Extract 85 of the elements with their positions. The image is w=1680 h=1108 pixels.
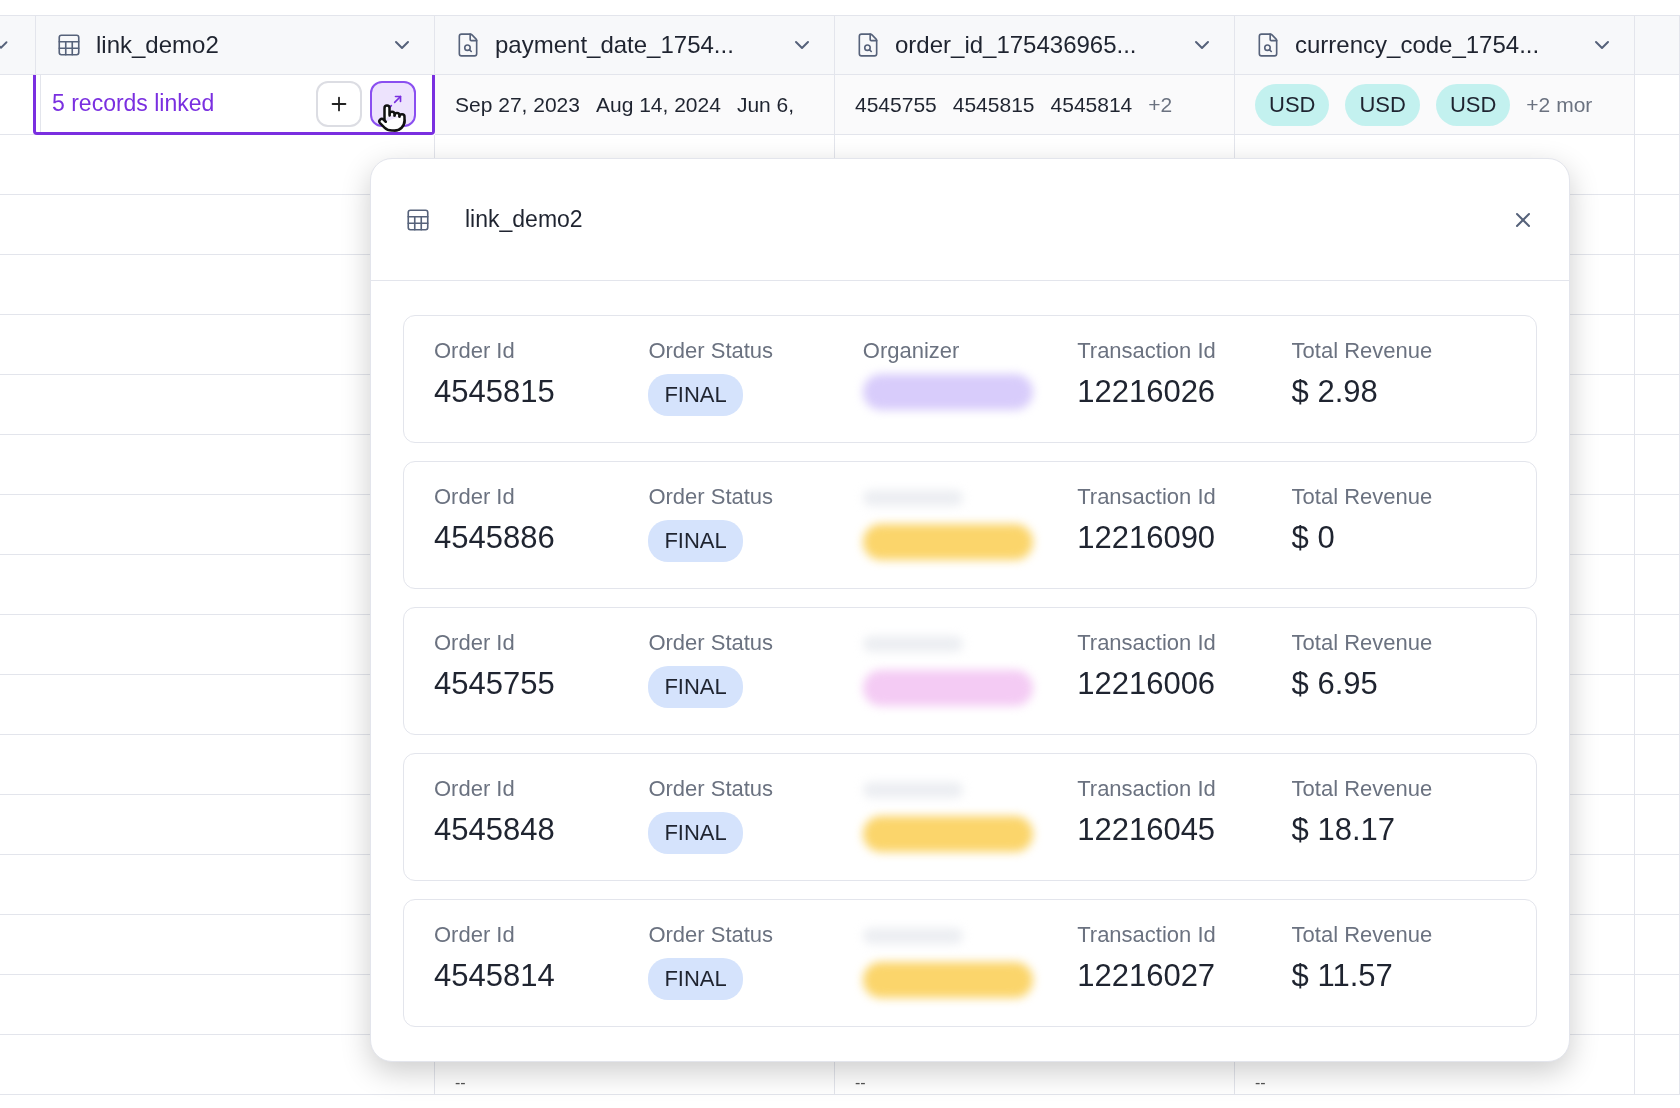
field-label: Transaction Id (1077, 776, 1216, 802)
field-value: 4545814 (434, 958, 555, 994)
field-value: 12216006 (1077, 666, 1216, 702)
field-value: 12216090 (1077, 520, 1216, 556)
field-label: Order Status (648, 776, 774, 802)
table-link-icon (56, 32, 82, 58)
status-tag: FINAL (648, 958, 743, 1000)
field-label: Order Status (648, 338, 774, 364)
table-cell (1635, 975, 1680, 1035)
column-header: order_id_175436965... (895, 31, 1138, 59)
field-label: Total Revenue (1291, 484, 1433, 510)
field-label: Order Status (648, 484, 774, 510)
field-label: Transaction Id (1077, 338, 1216, 364)
more-count: +2 (1148, 92, 1173, 117)
column-header: link_demo2 (96, 31, 220, 59)
more-count: +2 mor (1526, 92, 1593, 117)
field-value: $ 2.98 (1291, 374, 1378, 410)
table-cell (1635, 615, 1680, 675)
table-cell (1635, 675, 1680, 735)
field-label: Order Id (434, 484, 515, 510)
column-header: payment_date_1754... (495, 31, 735, 59)
linked-records-text: 5 records linked (52, 90, 216, 117)
field-value: $ 6.95 (1291, 666, 1378, 702)
field-value: 12216045 (1077, 812, 1216, 848)
date-value: Jun 6, (736, 92, 795, 117)
field-label: Order Status (648, 922, 774, 948)
order-id-value: 4545755 (855, 92, 937, 117)
hand-cursor-icon (377, 103, 407, 133)
field-label: Order Id (434, 338, 515, 364)
record-card[interactable]: Order Id 4545755 Order Status FINAL Transaction Id 12216006 Total Revenue $ 6.95 (403, 607, 1537, 735)
empty-value: -- (1255, 1074, 1266, 1093)
field-label: Total Revenue (1291, 776, 1433, 802)
table-cell (1635, 795, 1680, 855)
table-cell (1635, 555, 1680, 615)
field-label: Order Id (434, 922, 515, 948)
table-cell (1635, 735, 1680, 795)
empty-value: -- (855, 1074, 866, 1093)
field-label: Organizer (862, 338, 960, 364)
field-label: Order Status (648, 630, 774, 656)
field-value: 4545815 (434, 374, 555, 410)
field-value: $ 18.17 (1291, 812, 1396, 848)
field-label: Order Id (434, 630, 515, 656)
table-cell (1635, 855, 1680, 915)
table-cell (1635, 435, 1680, 495)
table-cell (1635, 135, 1680, 195)
field-label: Total Revenue (1291, 922, 1433, 948)
currency-tag: USD (1345, 83, 1420, 126)
empty-value: -- (455, 1074, 466, 1093)
table-cell (1635, 495, 1680, 555)
field-value: 12216027 (1077, 958, 1216, 994)
record-card[interactable]: Order Id 4545815 Order Status FINAL Organizer Transaction Id 12216026 Total Revenue $ 2.98 (403, 315, 1537, 443)
field-value: $ 11.57 (1291, 958, 1393, 994)
field-label: Transaction Id (1077, 484, 1216, 510)
record-card[interactable]: Order Id 4545814 Order Status FINAL Transaction Id 12216027 Total Revenue $ 11.57 (403, 899, 1537, 1027)
field-value: $ 0 (1291, 520, 1335, 556)
field-label: Total Revenue (1291, 338, 1433, 364)
table-link-icon (405, 206, 431, 233)
currency-tag: USD (1255, 83, 1330, 126)
field-value: 4545886 (434, 520, 555, 556)
add-button[interactable] (316, 80, 362, 127)
field-label: Transaction Id (1077, 630, 1216, 656)
status-tag: FINAL (648, 812, 743, 854)
table-cell (1635, 315, 1680, 375)
field-value: 4545755 (434, 666, 555, 702)
status-tag: FINAL (648, 520, 743, 562)
popup-title: link_demo2 (465, 206, 584, 233)
order-id-value: 4545814 (1050, 92, 1133, 117)
date-value: Sep 27, 2023 (455, 92, 580, 117)
currency-tag: USD (1435, 83, 1511, 126)
field-label: Transaction Id (1077, 922, 1216, 948)
field-label: Order Id (434, 776, 515, 802)
table-cell (1635, 915, 1680, 975)
table-cell (1635, 375, 1680, 435)
field-label: Total Revenue (1291, 630, 1433, 656)
status-tag: FINAL (648, 666, 743, 708)
order-id-value: 4545815 (952, 92, 1035, 117)
table-cell (1635, 255, 1680, 315)
table-cell (1635, 195, 1680, 255)
column-header: currency_code_1754... (1295, 31, 1541, 59)
field-value: 12216026 (1077, 374, 1216, 410)
date-value: Aug 14, 2024 (595, 92, 721, 117)
record-card[interactable]: Order Id 4545848 Order Status FINAL Transaction Id 12216045 Total Revenue $ 18.17 (403, 753, 1537, 881)
field-value: 4545848 (434, 812, 555, 848)
status-tag: FINAL (648, 374, 743, 416)
record-card[interactable]: Order Id 4545886 Order Status FINAL Transaction Id 12216090 Total Revenue $ 0 (403, 461, 1537, 589)
